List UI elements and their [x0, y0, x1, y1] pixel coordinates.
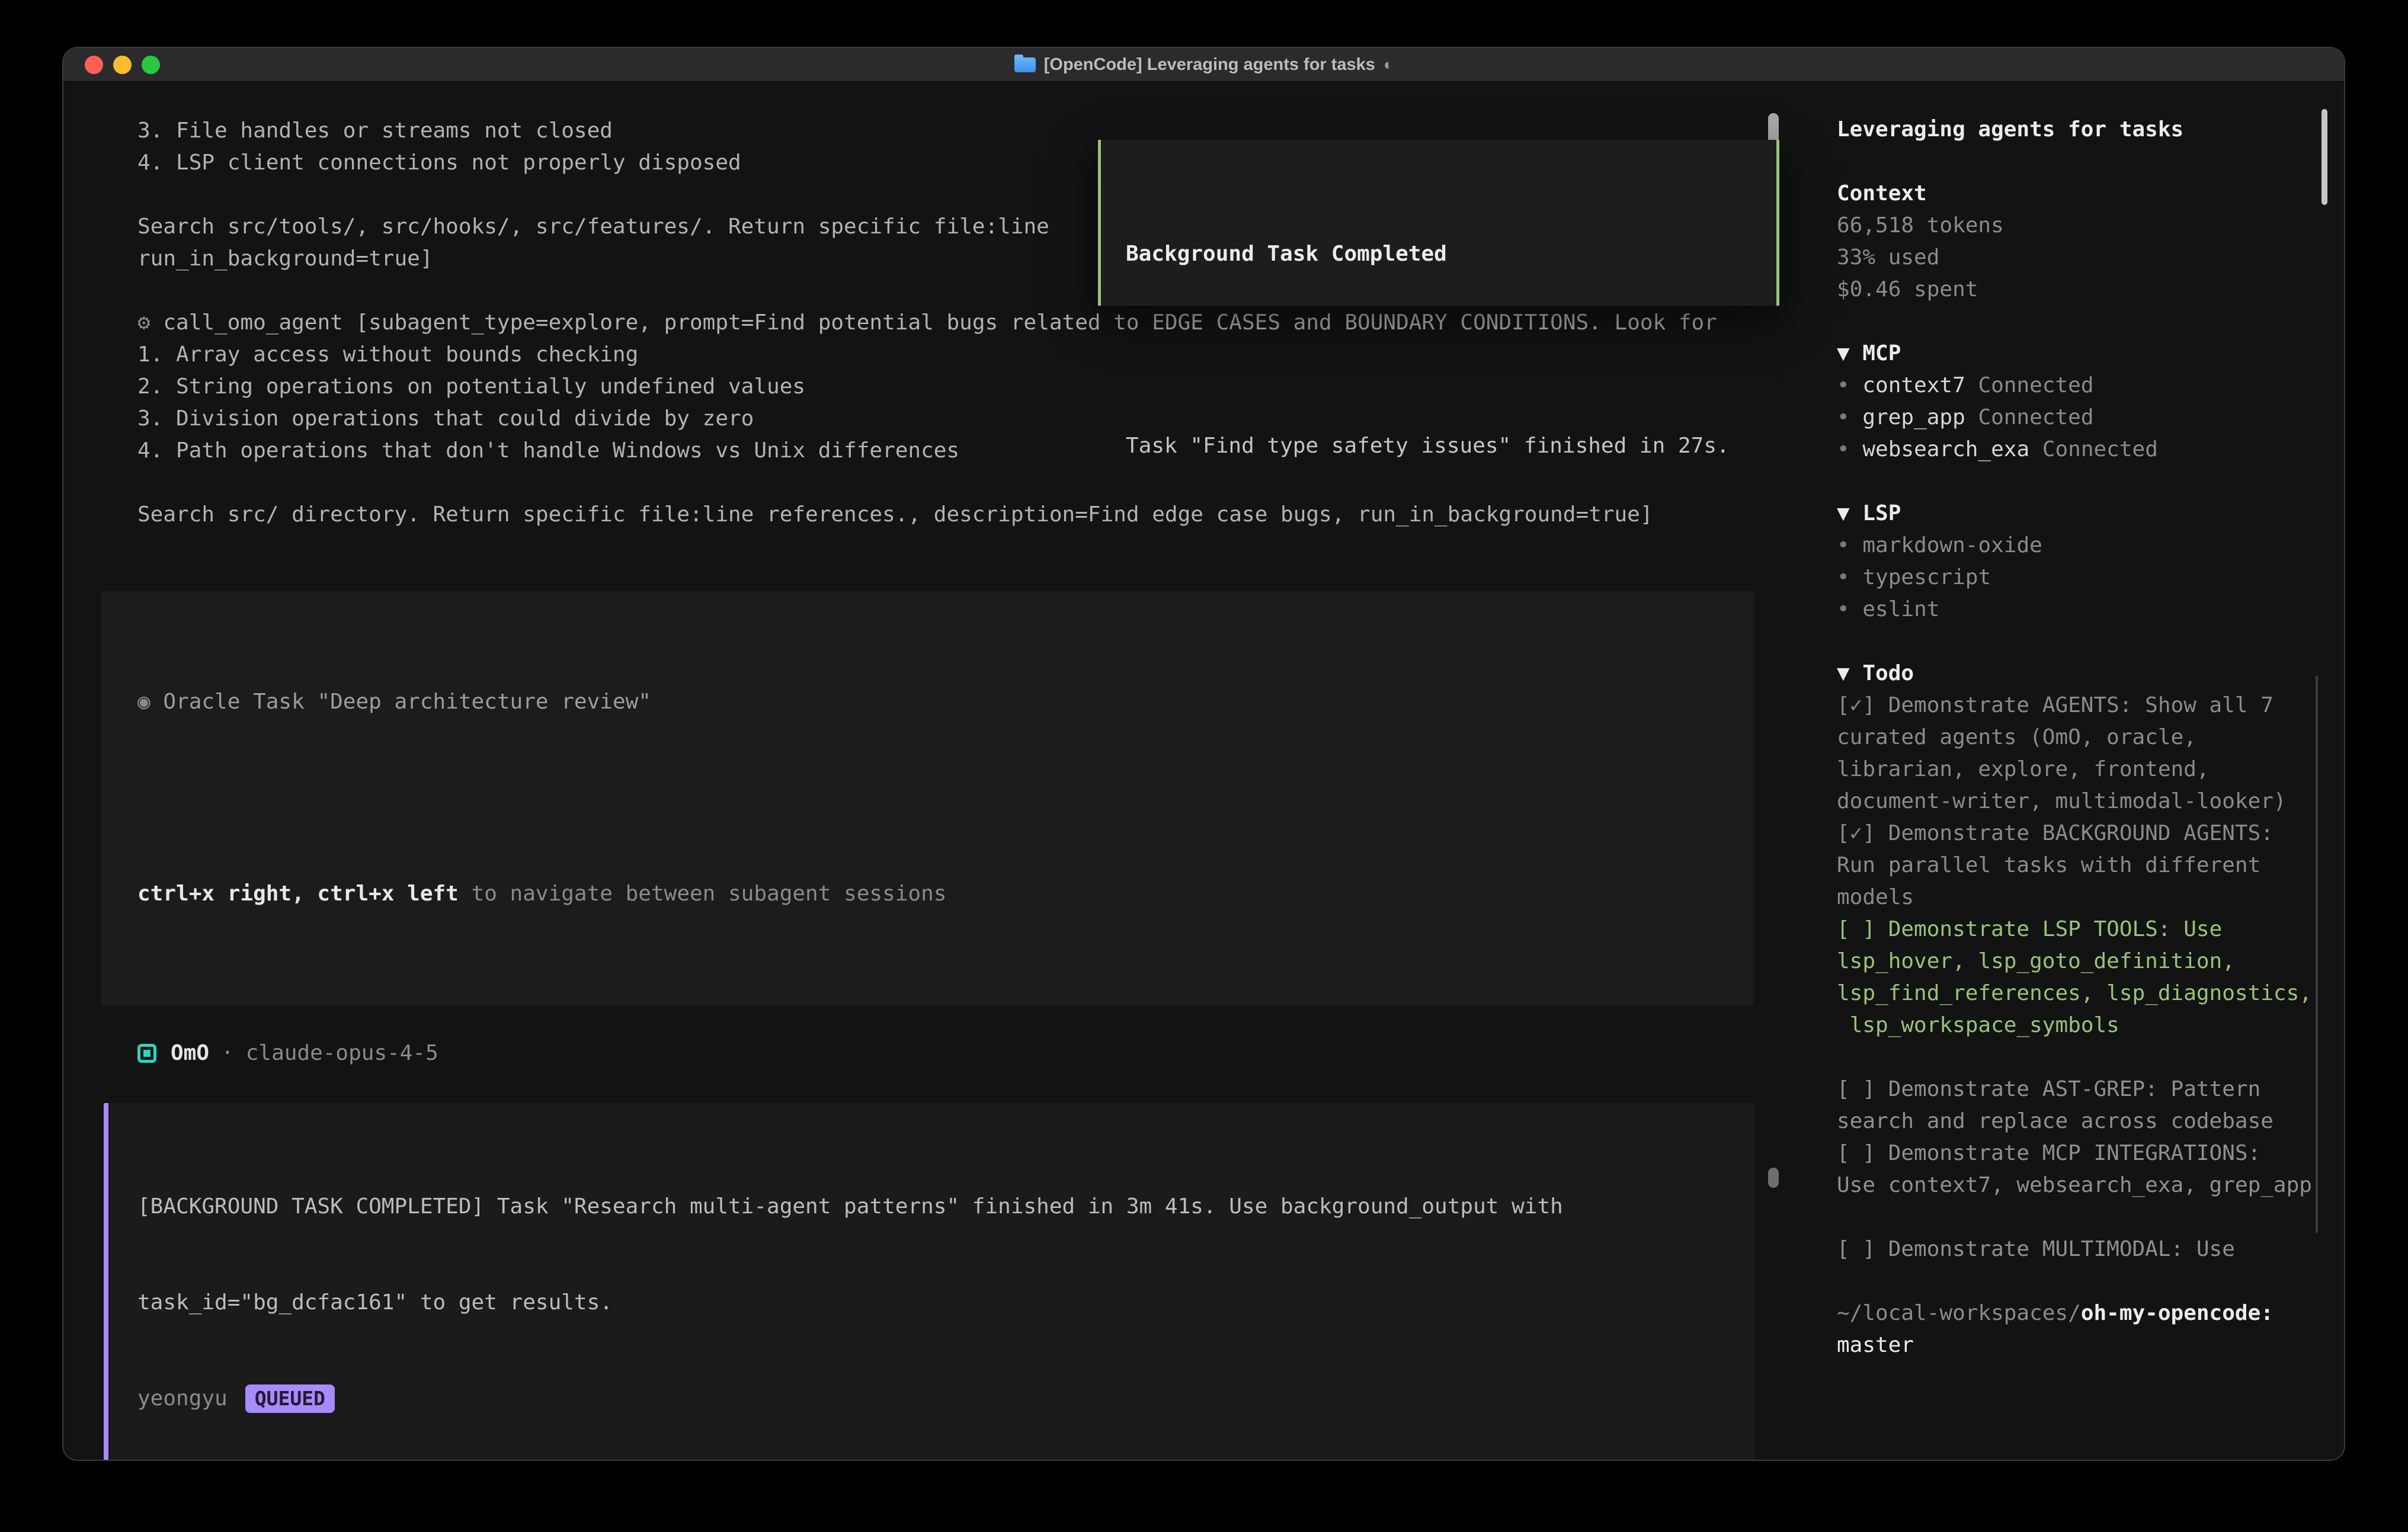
agent-model: claude-opus-4-5: [246, 1037, 438, 1069]
bullet-icon: •: [1837, 565, 1850, 589]
sidebar: Leveraging agents for tasks Context 66,5…: [1813, 82, 2344, 1461]
message-line: [BACKGROUND TASK COMPLETED] Task "Resear…: [137, 1191, 1754, 1223]
oracle-blank-row: [137, 782, 1754, 814]
path-branch: master: [1837, 1333, 1914, 1357]
separator-dot: ·: [221, 1037, 234, 1069]
context-heading: Context: [1837, 178, 2326, 210]
toast-body: Task "Find type safety issues" finished …: [1126, 430, 1776, 462]
oracle-task-box: ◉ Oracle Task "Deep architecture review"…: [101, 591, 1754, 1005]
message-line: task_id="bg_dcfac161" to get results.: [137, 1287, 1754, 1319]
message-author: yeongyu: [137, 1383, 228, 1415]
workspace-path: ~/local-workspaces/oh-my-opencode: maste…: [1837, 1297, 2323, 1361]
lsp-name: typescript: [1862, 565, 1991, 589]
status-badge: QUEUED: [245, 1384, 335, 1413]
context-section: Context 66,518 tokens 33% used $0.46 spe…: [1837, 178, 2326, 306]
background-task-message: [BACKGROUND TASK COMPLETED] Task "Resear…: [104, 1103, 1754, 1461]
mcp-status: Connected: [1965, 405, 2094, 430]
mcp-item: • context7 Connected: [1837, 370, 2326, 402]
lsp-item: • eslint: [1837, 594, 2326, 626]
todo-item: [ ] Demonstrate MCP INTEGRATIONS: Use co…: [1837, 1137, 2326, 1201]
bullet-icon: •: [1837, 405, 1850, 430]
oracle-title-row: ◉ Oracle Task "Deep architecture review": [137, 686, 1754, 718]
bullet-icon: •: [1837, 437, 1850, 461]
todo-section: ▼ Todo [✓] Demonstrate AGENTS: Show all …: [1837, 658, 2326, 1265]
path-prefix: ~/local-workspaces/: [1837, 1301, 2081, 1325]
message-meta: yeongyu QUEUED: [137, 1383, 1754, 1415]
chevron-down-icon: ▼: [1837, 661, 1862, 685]
record-dot-icon: ◉: [137, 690, 163, 714]
session-title: Leveraging agents for tasks: [1837, 114, 2326, 146]
agent-icon-inner: [143, 1050, 150, 1057]
lsp-heading-label: LSP: [1862, 501, 1901, 525]
lsp-heading[interactable]: ▼ LSP: [1837, 498, 2326, 530]
context-used: 33% used: [1837, 242, 2326, 274]
bullet-icon: •: [1837, 533, 1850, 557]
todo-item: [✓] Demonstrate AGENTS: Show all 7 curat…: [1837, 690, 2326, 818]
keybinding-hint-label: to navigate between subagent sessions: [459, 882, 947, 906]
chevron-down-icon: ▼: [1837, 341, 1862, 366]
titlebar[interactable]: [OpenCode] Leveraging agents for tasks ◐: [63, 48, 2344, 82]
toast-blank-row: [1126, 334, 1776, 366]
mcp-name: websearch_exa: [1862, 437, 2029, 461]
toast-title: Background Task Completed: [1126, 238, 1776, 270]
bullet-icon: •: [1837, 597, 1850, 621]
sidebar-scrollbar-thumb[interactable]: [2321, 109, 2327, 205]
todo-item: [✓] Demonstrate BACKGROUND AGENTS: Run p…: [1837, 818, 2326, 914]
folder-icon: [1014, 57, 1036, 72]
sidebar-scrollbar-track[interactable]: [2316, 676, 2318, 1233]
oracle-hint-row: ctrl+x right, ctrl+x left to navigate be…: [137, 878, 1754, 910]
mcp-item: • websearch_exa Connected: [1837, 434, 2326, 466]
todo-item: [ ] Demonstrate AST-GREP: Pattern search…: [1837, 1073, 2326, 1137]
todo-item: [ ] Demonstrate LSP TOOLS: Use lsp_hover…: [1837, 914, 2326, 1041]
chevron-down-icon: ▼: [1837, 501, 1862, 525]
mcp-item: • grep_app Connected: [1837, 402, 2326, 434]
mcp-name: context7: [1862, 373, 1965, 398]
mcp-status: Connected: [1965, 373, 2094, 398]
todo-heading-label: Todo: [1862, 661, 1914, 685]
lsp-item: • markdown-oxide: [1837, 530, 2326, 562]
mcp-name: grep_app: [1862, 405, 1965, 430]
context-tokens: 66,518 tokens: [1837, 210, 2326, 242]
window-title: [OpenCode] Leveraging agents for tasks ◐: [63, 55, 2344, 75]
mcp-heading[interactable]: ▼ MCP: [1837, 338, 2326, 370]
todo-heading[interactable]: ▼ Todo: [1837, 658, 2326, 690]
lsp-name: markdown-oxide: [1862, 533, 2042, 557]
lsp-name: eslint: [1862, 597, 1939, 621]
terminal-window: [OpenCode] Leveraging agents for tasks ◐…: [62, 47, 2345, 1461]
conversation-pane: 3. File handles or streams not closed 4.…: [63, 82, 1813, 1461]
agent-name: OmO: [171, 1037, 209, 1069]
agent-icon: [137, 1044, 156, 1063]
mcp-heading-label: MCP: [1862, 341, 1901, 366]
agent-header: OmO · claude-opus-4-5: [63, 1037, 1813, 1069]
window-title-text: [OpenCode] Leveraging agents for tasks: [1044, 55, 1375, 75]
busy-indicator-icon: ◐: [1384, 56, 1393, 74]
mcp-section: ▼ MCP • context7 Connected • grep_app Co…: [1837, 338, 2326, 466]
keybinding-hint: ctrl+x right, ctrl+x left: [137, 882, 459, 906]
bullet-icon: •: [1837, 373, 1850, 398]
gear-icon: ⚙: [137, 310, 150, 335]
lsp-section: ▼ LSP • markdown-oxide • typescript • es…: [1837, 498, 2326, 626]
main-scrollbar-thumb-lower[interactable]: [1768, 1168, 1779, 1188]
context-spent: $0.46 spent: [1837, 274, 2326, 306]
toast-notification: Background Task Completed Task "Find typ…: [1098, 140, 1779, 306]
path-repo: oh-my-opencode:: [2081, 1301, 2273, 1325]
lsp-item: • typescript: [1837, 562, 2326, 594]
todo-item: [ ] Demonstrate MULTIMODAL: Use: [1837, 1233, 2326, 1265]
oracle-task-title: Oracle Task "Deep architecture review": [163, 690, 651, 714]
mcp-status: Connected: [2029, 437, 2158, 461]
